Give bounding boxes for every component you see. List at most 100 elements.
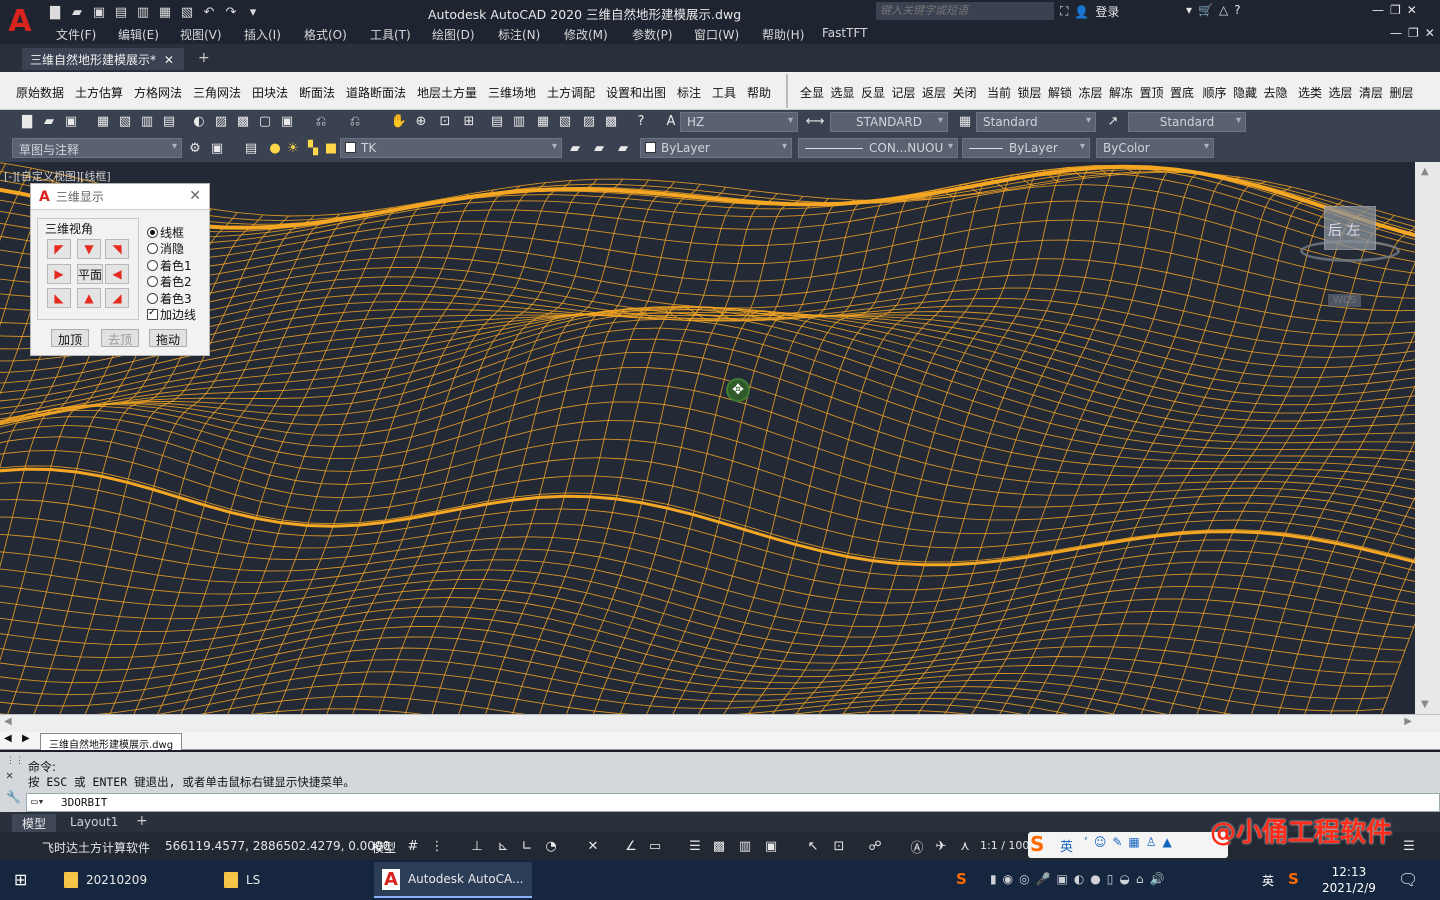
lineweight-combo[interactable]: ByLayer xyxy=(962,138,1090,158)
layer-combo[interactable]: TK xyxy=(340,138,562,158)
mleader-style-combo[interactable]: Standard xyxy=(1128,112,1246,132)
ime-lang[interactable]: 英 xyxy=(1060,836,1073,855)
tab-layout1[interactable]: Layout1 xyxy=(70,815,118,829)
toolbar-tool-icon[interactable]: ⊡ xyxy=(436,112,454,130)
toolbar-tool-icon[interactable]: ▧ xyxy=(556,112,574,130)
toolbar-item[interactable]: 返层 xyxy=(922,84,946,101)
radio-shade2[interactable]: 着色2 xyxy=(147,273,192,290)
toolbar-tool-icon[interactable]: ▤ xyxy=(160,112,178,130)
redo-icon[interactable]: ↷ xyxy=(222,3,240,21)
menu-item[interactable]: 绘图(D) xyxy=(432,26,475,43)
toolbar-item[interactable]: 选类 xyxy=(1298,84,1322,101)
toolbar-tool-icon[interactable]: A xyxy=(662,112,680,130)
status-toggle-icon[interactable]: ✈ xyxy=(932,837,950,855)
customize-status-icon[interactable]: ☰ xyxy=(1400,837,1418,855)
plot-preview-icon[interactable]: ▦ xyxy=(156,3,174,21)
toolbar-item[interactable]: 方格网法 xyxy=(134,84,182,101)
toolbar-item[interactable]: 冻层 xyxy=(1079,84,1103,101)
view-se-button[interactable]: ◢ xyxy=(105,288,129,308)
close-icon[interactable]: ✕ xyxy=(1407,3,1417,17)
taskbar-item-folder[interactable]: 20210209 xyxy=(56,862,216,898)
tray-ime-lang[interactable]: 英 xyxy=(1262,872,1274,889)
toolbar-tool-icon[interactable]: ▦ xyxy=(534,112,552,130)
menu-item[interactable]: 窗口(W) xyxy=(694,26,739,43)
add-top-button[interactable]: 加顶 xyxy=(51,329,90,347)
toolbar-tool-icon[interactable]: ▰ xyxy=(40,112,58,130)
status-toggle-icon[interactable]: ⋏ xyxy=(956,837,974,855)
menu-item[interactable]: 参数(P) xyxy=(632,26,673,43)
restore-icon[interactable]: ❐ xyxy=(1390,3,1401,17)
status-toggle-icon[interactable]: ↖ xyxy=(804,837,822,855)
scroll-left-icon[interactable]: ◀ xyxy=(4,716,12,727)
toolbar-item[interactable]: 田块法 xyxy=(252,84,288,101)
scroll-up-icon[interactable]: ▲ xyxy=(1421,166,1429,177)
toolbar-item[interactable]: 去隐 xyxy=(1264,84,1288,101)
print-icon[interactable]: ▧ xyxy=(178,3,196,21)
user-icon[interactable]: 👤 xyxy=(1074,5,1089,19)
help-icon[interactable]: ? xyxy=(1234,3,1240,17)
clock[interactable]: 12:13 2021/2/9 xyxy=(1322,864,1376,896)
save-as-icon[interactable]: ▤ xyxy=(112,3,130,21)
toolbar-item[interactable]: 帮助 xyxy=(747,84,771,101)
viewport-controls[interactable]: [-][自定义视图][线框] xyxy=(4,168,111,184)
status-toggle-icon[interactable]: ∟ xyxy=(518,837,536,855)
close-icon[interactable]: ✕ xyxy=(164,53,174,67)
layer-freeze-icon[interactable]: ☀ xyxy=(284,139,302,157)
status-toggle-icon[interactable]: ⊥ xyxy=(468,837,486,855)
toolbar-item[interactable]: 隐藏 xyxy=(1233,84,1257,101)
dim-style-combo[interactable]: STANDARD xyxy=(830,112,948,132)
toolbar-item[interactable]: 三角网法 xyxy=(193,84,241,101)
toolbar-item[interactable]: 记层 xyxy=(892,84,916,101)
toolbar-item[interactable]: 选显 xyxy=(831,84,855,101)
toolbar-tool-icon[interactable]: ▩ xyxy=(602,112,620,130)
dialog-header[interactable]: A 三维显示 xyxy=(31,184,209,210)
radio-hide[interactable]: 消隐 xyxy=(147,240,184,257)
linetype-combo[interactable]: CON...NUOU xyxy=(798,138,958,158)
toolbar-item[interactable]: 置底 xyxy=(1170,84,1194,101)
status-toggle-icon[interactable]: ⋮ xyxy=(428,837,446,855)
status-toggle-icon[interactable]: ✕ xyxy=(584,837,602,855)
status-toggle-icon[interactable]: ☰ xyxy=(686,837,704,855)
toolbar-item[interactable]: 标注 xyxy=(677,84,701,101)
menu-item[interactable]: 文件(F) xyxy=(56,26,96,43)
mleader-style-icon[interactable]: ↗ xyxy=(1104,112,1122,130)
menu-item[interactable]: 视图(V) xyxy=(180,26,222,43)
toolbar-item[interactable]: 反显 xyxy=(861,84,885,101)
toolbar-tool-icon[interactable]: ⊕ xyxy=(412,112,430,130)
toolbar-tool-icon[interactable]: ▥ xyxy=(510,112,528,130)
radio-shade1[interactable]: 着色1 xyxy=(147,257,192,274)
toolbar-item[interactable]: 道路断面法 xyxy=(346,84,406,101)
tab-next-icon[interactable]: ▶ xyxy=(22,733,30,744)
viewcube[interactable]: 后 左 xyxy=(1300,200,1400,270)
layer-lock-icon[interactable]: ■ xyxy=(322,139,340,157)
toolbar-tool-icon[interactable]: ▤ xyxy=(488,112,506,130)
status-toggle-icon[interactable]: ⊾ xyxy=(494,837,512,855)
tab-prev-icon[interactable]: ◀ xyxy=(4,733,12,744)
toolbar-item[interactable]: 选层 xyxy=(1329,84,1353,101)
table-style-icon[interactable]: ▦ xyxy=(956,112,974,130)
menu-item[interactable]: 标注(N) xyxy=(498,26,540,43)
status-toggle-icon[interactable]: ▭ xyxy=(646,837,664,855)
status-toggle-icon[interactable]: ▣ xyxy=(762,837,780,855)
toolbar-item[interactable]: 解冻 xyxy=(1109,84,1133,101)
status-toggle-icon[interactable]: ▥ xyxy=(736,837,754,855)
status-toggle-icon[interactable]: # xyxy=(404,837,422,855)
minimize-icon[interactable]: — xyxy=(1372,3,1384,17)
toolbar-tool-icon[interactable]: ⎌ xyxy=(346,112,364,130)
status-toggle-icon[interactable]: Ⓐ xyxy=(908,837,926,856)
toolbar-tool-icon[interactable]: ▧ xyxy=(116,112,134,130)
plotstyle-combo[interactable]: ByColor xyxy=(1096,138,1214,158)
search-input[interactable] xyxy=(876,2,1054,20)
layer-match-icon[interactable]: ▰ xyxy=(614,139,632,157)
toolbar-tool-icon[interactable]: ⎌ xyxy=(312,112,330,130)
view-n-button[interactable]: ▼ xyxy=(77,239,101,259)
layer-vp-freeze-icon[interactable]: ▚ xyxy=(304,139,322,157)
new-tab-icon[interactable]: + xyxy=(198,50,210,66)
view-sw-button[interactable]: ◣ xyxy=(47,288,71,308)
notification-icon[interactable]: 🗨 xyxy=(1398,870,1418,889)
save-icon[interactable]: ▣ xyxy=(90,3,108,21)
toolbar-tool-icon[interactable]: ? xyxy=(632,112,650,130)
remove-top-button[interactable]: 去顶 xyxy=(101,329,140,347)
grip-icon[interactable]: ⋮⋮ xyxy=(6,756,24,766)
open-icon[interactable]: ▰ xyxy=(68,3,86,21)
